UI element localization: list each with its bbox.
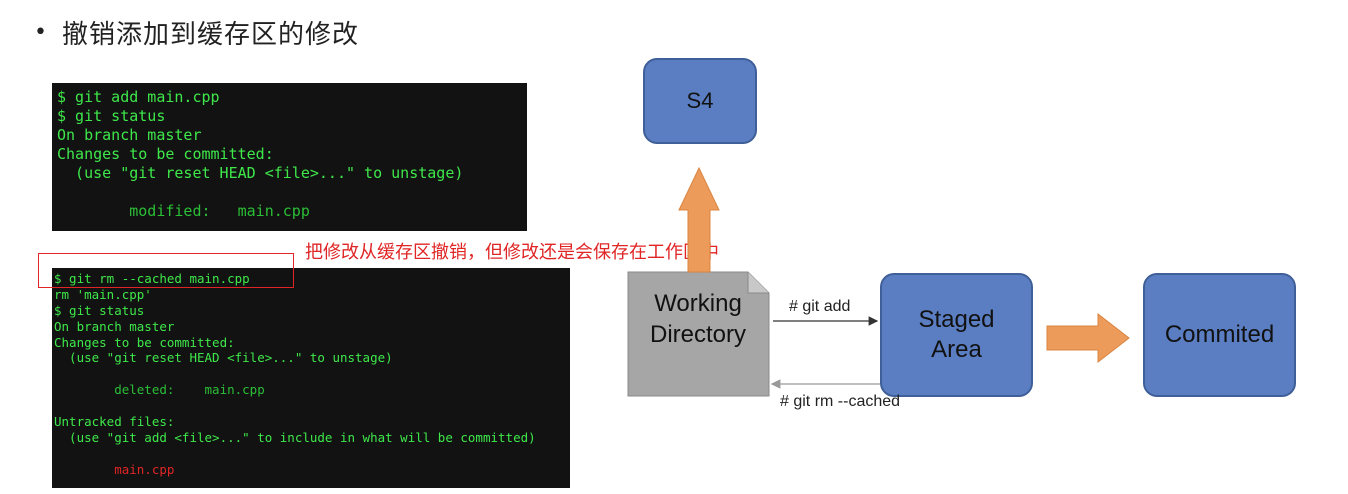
arrow-up-to-s4 (678, 166, 720, 273)
edge-git-rm-label: # git rm --cached (780, 393, 901, 410)
node-staged-area-label: Staged Area (918, 306, 995, 363)
node-staged-area: Staged Area (880, 273, 1033, 397)
working-directory-label: Working Directory (649, 290, 746, 348)
node-commited: Commited (1143, 273, 1296, 397)
node-commited-label: Commited (1164, 321, 1275, 348)
arrow-staged-to-commited (1046, 312, 1130, 364)
node-s4-label: S4 (686, 88, 714, 113)
edge-git-add-label: # git add (789, 298, 851, 315)
node-s4: S4 (643, 58, 757, 144)
